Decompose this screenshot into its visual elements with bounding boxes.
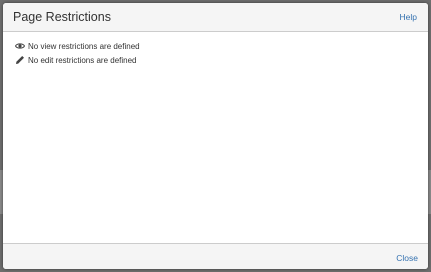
pencil-icon — [15, 55, 25, 65]
edit-restrictions-text: No edit restrictions are defined — [28, 55, 137, 65]
view-restrictions-row: No view restrictions are defined — [15, 40, 140, 52]
view-restrictions-text: No view restrictions are defined — [28, 41, 140, 51]
page-restrictions-dialog: Page Restrictions Help No view restricti… — [3, 3, 428, 269]
dialog-title: Page Restrictions — [13, 10, 111, 24]
help-link[interactable]: Help — [400, 12, 417, 22]
dialog-body: No view restrictions are defined No edit… — [3, 32, 428, 243]
dialog-footer: Close — [3, 243, 428, 269]
close-button[interactable]: Close — [396, 253, 418, 263]
edit-restrictions-row: No edit restrictions are defined — [15, 54, 137, 66]
dialog-header: Page Restrictions Help — [3, 3, 428, 32]
eye-icon — [15, 41, 25, 51]
